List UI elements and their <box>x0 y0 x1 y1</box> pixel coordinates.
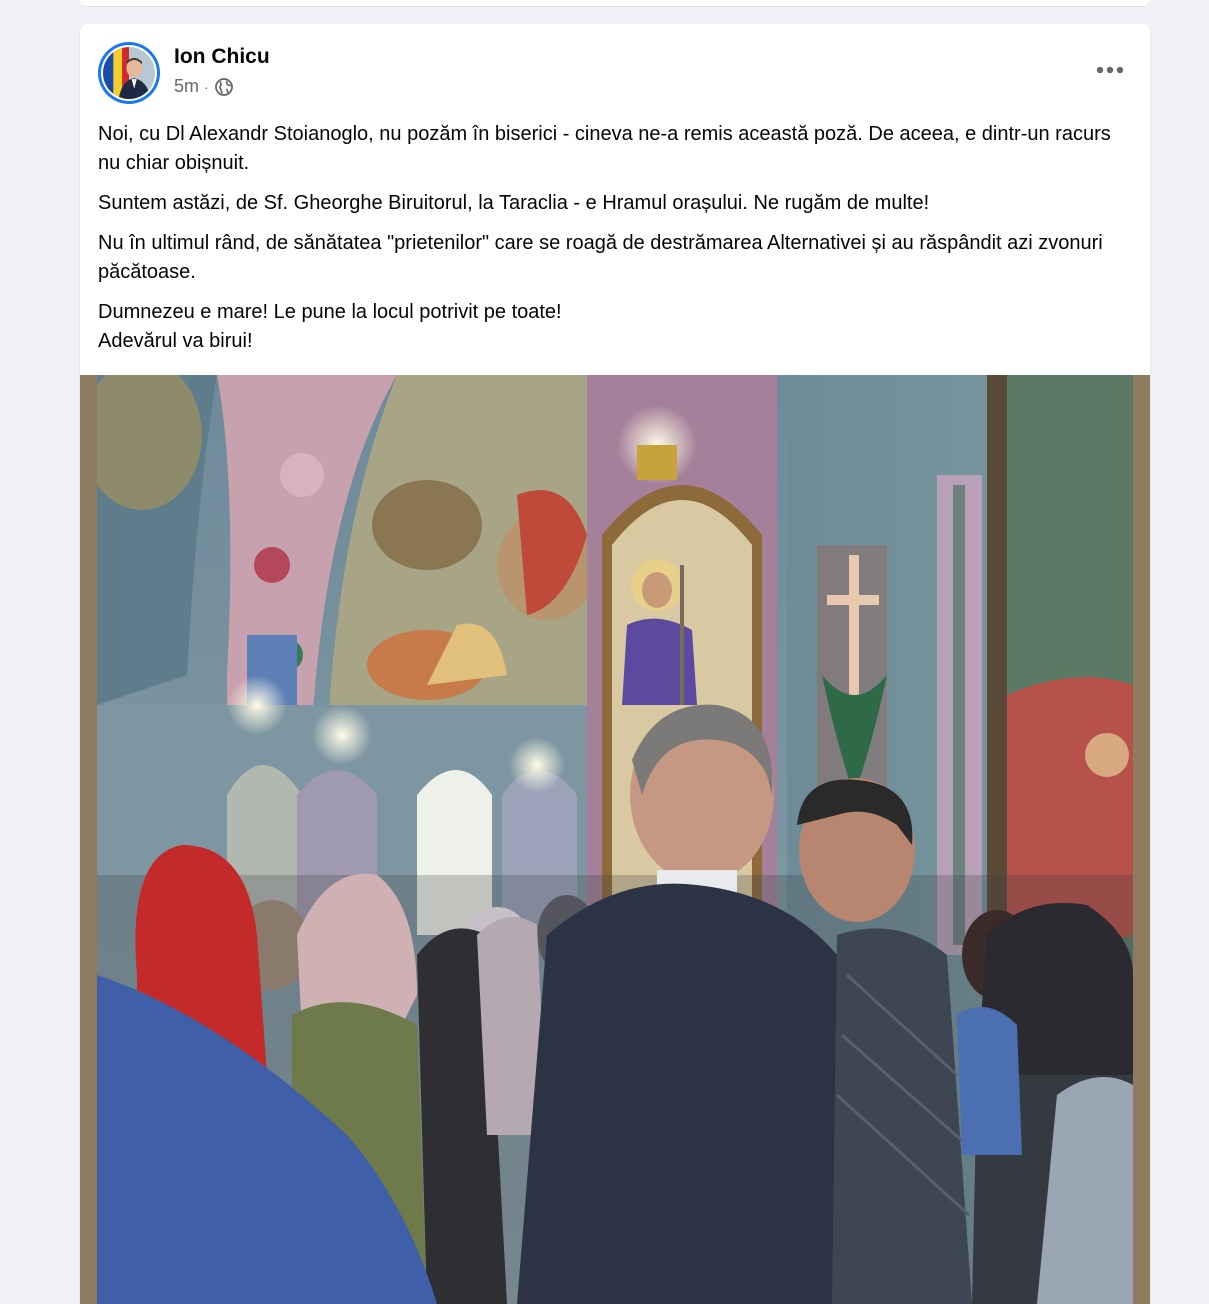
post-paragraph-3: Nu în ultimul rând, de sănătatea "priete… <box>98 232 1103 283</box>
previous-post-edge <box>80 0 1150 7</box>
post-paragraph-2: Suntem astăzi, de Sf. Gheorghe Biruitoru… <box>98 192 930 214</box>
post-paragraph-1: Noi, cu Dl Alexandr Stoianoglo, nu pozăm… <box>98 123 1111 174</box>
profile-picture <box>103 47 155 99</box>
globe-icon[interactable] <box>214 77 234 97</box>
post-paragraph-4: Dumnezeu e mare! Le pune la locul potriv… <box>98 301 562 352</box>
author-name[interactable]: Ion Chicu <box>174 45 270 69</box>
post-photo-frame <box>80 375 1150 1304</box>
more-dots-icon <box>1096 66 1124 74</box>
post-meta: 5m · <box>174 76 234 97</box>
church-interior-photo[interactable] <box>97 375 1133 1304</box>
avatar[interactable] <box>98 42 160 104</box>
meta-separator: · <box>204 78 209 95</box>
post-time[interactable]: 5m <box>174 76 199 97</box>
more-options-button[interactable] <box>1090 56 1130 84</box>
post-text: Noi, cu Dl Alexandr Stoianoglo, nu pozăm… <box>98 120 1128 367</box>
post-header: Ion Chicu 5m · <box>80 24 1150 114</box>
feed-post: Ion Chicu 5m · Noi, cu Dl Alexandr Stoia… <box>80 24 1150 1304</box>
